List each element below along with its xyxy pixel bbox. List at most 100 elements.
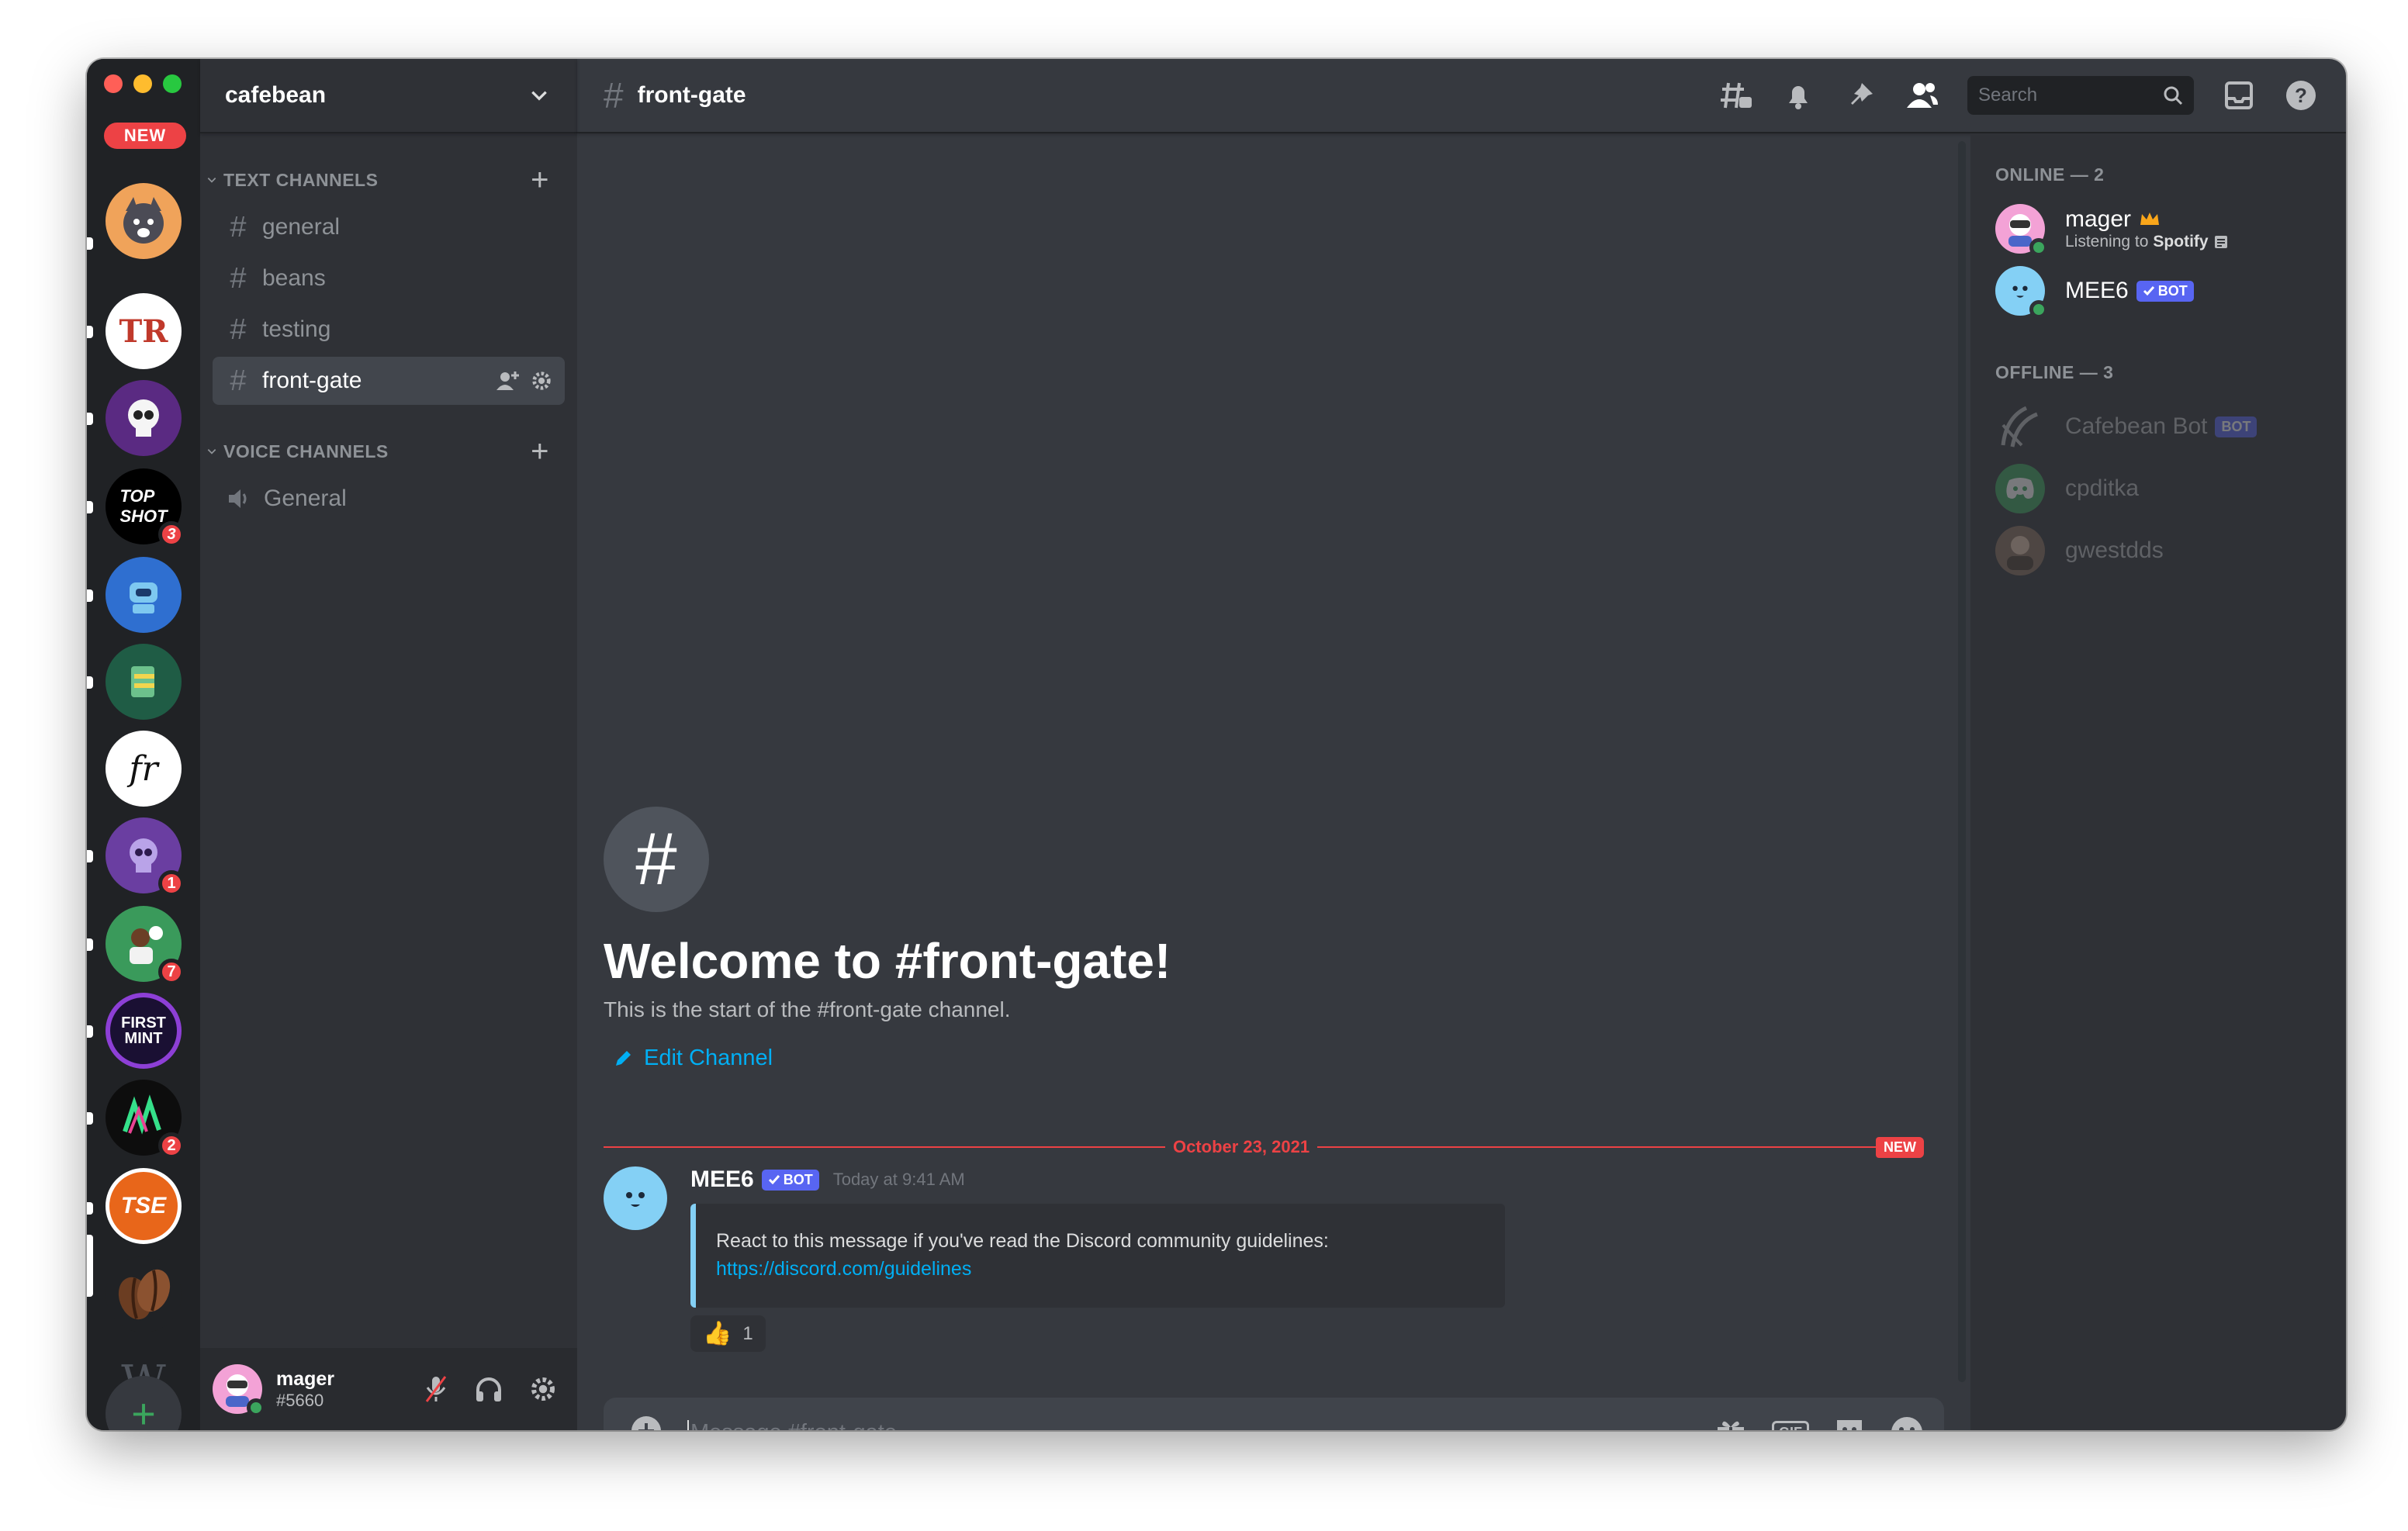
member-name: MEE6 xyxy=(2065,278,2129,303)
mention-badge: 7 xyxy=(158,959,185,985)
message-author[interactable]: MEE6 xyxy=(690,1166,754,1193)
mention-badge: 3 xyxy=(158,521,185,548)
close-window-button[interactable] xyxy=(104,74,123,93)
zoom-window-button[interactable] xyxy=(163,74,182,93)
headphones-icon[interactable] xyxy=(475,1376,503,1402)
channel-hash-icon: # xyxy=(604,807,709,912)
bot-tag: BOT xyxy=(2136,280,2194,302)
username: mager xyxy=(276,1368,335,1390)
embed-link[interactable]: https://discord.com/guidelines xyxy=(716,1255,1483,1283)
help-icon[interactable]: ? xyxy=(2284,78,2318,112)
guild-tr-icon[interactable]: TR xyxy=(106,293,182,369)
member-item[interactable]: mager Listening to Spotify xyxy=(1995,198,2334,260)
guild-tse-icon[interactable]: TSE xyxy=(106,1168,182,1244)
channel-topbar: # front-gate Search ? xyxy=(577,59,2346,133)
thumbs-up-reaction[interactable]: 👍 1 xyxy=(690,1315,766,1352)
guild-baller-icon[interactable]: 7 xyxy=(106,906,185,985)
create-channel-icon[interactable]: + xyxy=(531,163,549,198)
category-voice-channels[interactable]: VOICE CHANNELS + xyxy=(200,434,577,469)
edit-channel-link[interactable]: Edit Channel xyxy=(604,1045,1171,1071)
attach-plus-icon[interactable] xyxy=(630,1415,666,1430)
avatar xyxy=(1995,464,2045,513)
inbox-icon[interactable] xyxy=(2222,78,2256,112)
message-timestamp: Today at 9:41 AM xyxy=(832,1170,965,1189)
message-composer[interactable]: Message #front-gate GIF xyxy=(604,1398,1944,1430)
gif-button[interactable]: GIF xyxy=(1772,1420,1809,1430)
unread-pip xyxy=(87,413,93,425)
member-list: ONLINE — 2 mager Listening to Spotify ME… xyxy=(1970,133,2346,1430)
channel-label: general xyxy=(262,214,341,240)
user-discriminator: #5660 xyxy=(276,1391,324,1410)
threads-icon[interactable] xyxy=(1719,78,1753,112)
emoji-icon[interactable] xyxy=(1890,1415,1924,1430)
user-settings-gear-icon[interactable] xyxy=(529,1375,557,1403)
avatar[interactable] xyxy=(604,1166,667,1230)
guild-fr-icon[interactable]: fr xyxy=(106,731,182,807)
avatar xyxy=(1995,204,2048,257)
member-list-icon[interactable] xyxy=(1905,78,1939,112)
hash-icon: # xyxy=(230,313,247,346)
guild-neon-icon[interactable]: 2 xyxy=(106,1080,185,1159)
member-name: gwestdds xyxy=(2065,537,2164,563)
gift-icon[interactable] xyxy=(1714,1416,1747,1430)
thumbs-up-icon: 👍 xyxy=(703,1321,732,1346)
channel-label: front-gate xyxy=(262,368,362,393)
unread-pip xyxy=(87,1202,93,1215)
channel-label: testing xyxy=(262,316,331,342)
sticker-icon[interactable] xyxy=(1834,1417,1865,1430)
verified-check-icon xyxy=(768,1175,780,1185)
hash-icon: # xyxy=(230,364,247,397)
guild-purple-skull-icon[interactable]: 1 xyxy=(106,817,185,897)
unread-pip xyxy=(87,850,93,862)
member-item[interactable]: Cafebean Bot BOT xyxy=(1995,396,2334,458)
voice-channel-general[interactable]: General xyxy=(213,475,565,523)
unread-pip xyxy=(87,938,93,951)
guild-dog-icon[interactable] xyxy=(106,183,182,259)
create-channel-icon[interactable]: + xyxy=(531,434,549,469)
category-label: TEXT CHANNELS xyxy=(223,169,379,190)
hash-icon: # xyxy=(230,210,247,244)
bot-tag: BOT xyxy=(761,1169,819,1191)
member-item[interactable]: gwestdds xyxy=(1995,520,2334,582)
edit-channel-label: Edit Channel xyxy=(644,1045,773,1070)
search-input[interactable]: Search xyxy=(1967,76,2194,115)
welcome-title: Welcome to #front-gate! xyxy=(604,933,1171,989)
channel-front-gate[interactable]: # front-gate xyxy=(213,357,565,405)
pinned-messages-icon[interactable] xyxy=(1843,78,1877,112)
server-header[interactable]: cafebean xyxy=(200,59,577,133)
member-item[interactable]: cpditka xyxy=(1995,458,2334,520)
guild-first-mint-icon[interactable]: FIRST MINT xyxy=(106,993,182,1069)
gear-icon[interactable] xyxy=(531,370,552,392)
user-info[interactable]: mager #5660 xyxy=(213,1364,335,1417)
channel-general[interactable]: # general xyxy=(213,203,565,251)
mention-badge: 2 xyxy=(158,1132,185,1159)
user-panel: mager #5660 xyxy=(200,1348,577,1430)
activity-name: Spotify xyxy=(2153,233,2209,251)
member-group-online: ONLINE — 2 xyxy=(1995,164,2105,185)
guild-skull-icon[interactable] xyxy=(106,380,182,456)
search-placeholder: Search xyxy=(1978,85,2038,105)
chat-scrollbar[interactable] xyxy=(1958,141,1966,1382)
channel-testing[interactable]: # testing xyxy=(213,306,565,354)
guild-topshot-icon[interactable]: TOP SHOT 3 xyxy=(106,468,185,548)
category-text-channels[interactable]: TEXT CHANNELS + xyxy=(200,163,577,198)
guild-coffee-bean-icon[interactable] xyxy=(106,1256,182,1332)
invite-people-icon[interactable] xyxy=(496,370,520,392)
chevron-down-icon xyxy=(207,178,216,183)
minimize-window-button[interactable] xyxy=(133,74,152,93)
active-server-pip xyxy=(87,1235,93,1297)
crown-icon xyxy=(2140,213,2160,225)
member-name: Cafebean Bot xyxy=(2065,413,2208,439)
main-area: # front-gate Search ? # Welcome to #fron… xyxy=(577,59,2346,1430)
bot-tag-label: BOT xyxy=(2157,282,2188,299)
speaker-icon xyxy=(229,489,247,508)
guild-note-icon[interactable] xyxy=(106,644,182,720)
guild-robot-icon[interactable] xyxy=(106,557,182,633)
channel-beans[interactable]: # beans xyxy=(213,254,565,302)
message-input-placeholder: Message #front-gate xyxy=(687,1419,897,1430)
muted-microphone-icon[interactable] xyxy=(424,1375,448,1403)
unread-pip xyxy=(87,501,93,513)
chevron-down-icon xyxy=(207,449,216,454)
member-item[interactable]: MEE6 BOT xyxy=(1995,260,2334,322)
notification-bell-icon[interactable] xyxy=(1781,78,1815,112)
